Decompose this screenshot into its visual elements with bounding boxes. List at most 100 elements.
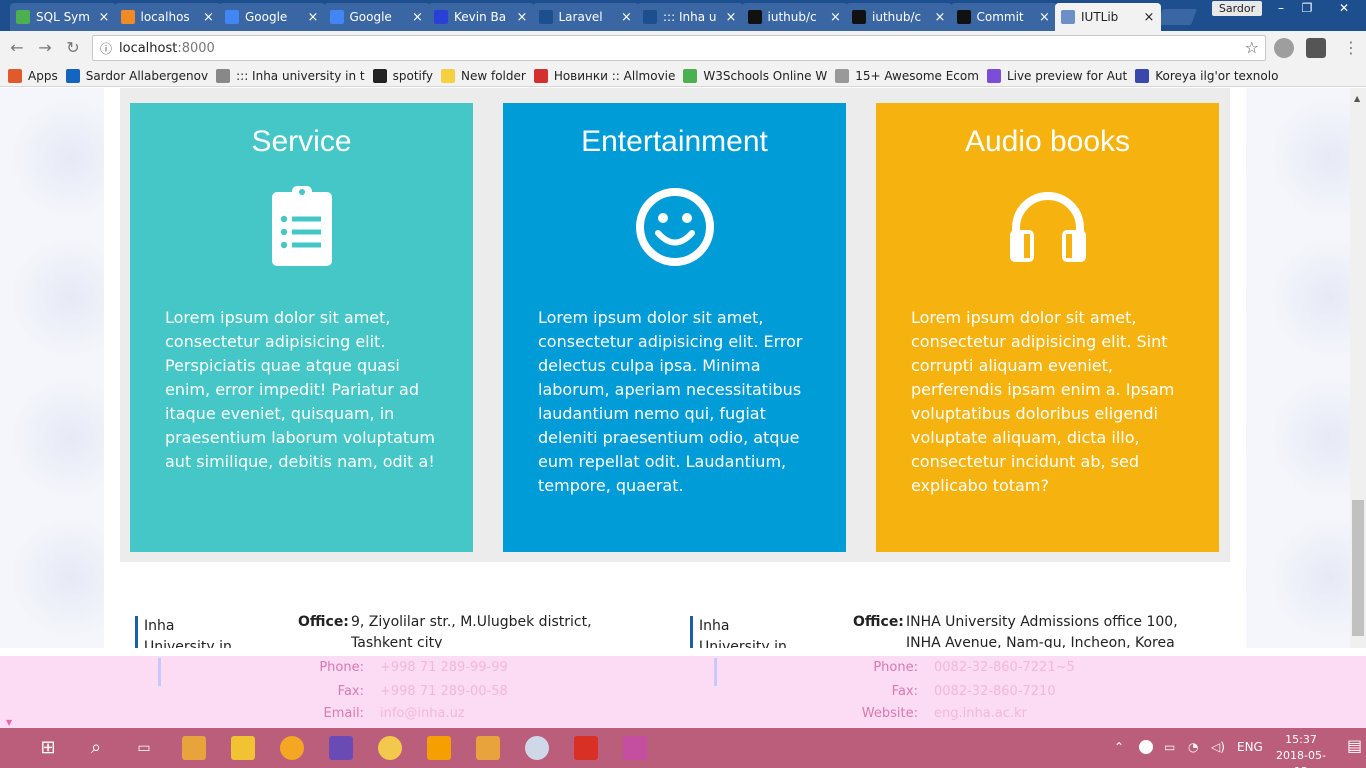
browser-tab-strip: Sardor – ❐ ✕ SQL Sym × localhos × Google × Goo… xyxy=(0,0,1366,31)
bookmark-label: Koreya ilg'or texnolo xyxy=(1155,68,1279,83)
tab-title: ::: Inha u xyxy=(663,10,717,24)
close-tab-icon[interactable]: × xyxy=(96,10,112,25)
search-icon[interactable]: ⌕ xyxy=(84,736,108,760)
minimize-button[interactable]: – xyxy=(1268,0,1294,17)
phone-row-tashkent: Phone: +998 71 289-99-99 xyxy=(284,660,507,675)
bookmark-item[interactable]: Sardor Allabergenov xyxy=(65,68,209,83)
bookmark-item[interactable]: Новинки :: Allmovie xyxy=(533,68,676,83)
fax-label: Fax: xyxy=(891,684,918,699)
browser-tab[interactable]: Laravel × xyxy=(532,3,639,31)
browser-icon[interactable] xyxy=(525,736,549,760)
restore-button[interactable]: ❐ xyxy=(1294,0,1320,17)
browser-tab[interactable]: Kevin Ba × xyxy=(428,3,534,31)
info-icon[interactable]: ⓘ xyxy=(93,40,119,57)
scroll-up-arrow-icon[interactable]: ▲ xyxy=(1354,94,1360,103)
close-tab-icon[interactable]: × xyxy=(410,10,426,25)
close-tab-icon[interactable]: × xyxy=(1141,10,1157,25)
email-value: info@inha.uz xyxy=(380,706,465,721)
close-window-button[interactable]: ✕ xyxy=(1324,0,1364,17)
language-indicator[interactable]: ENG xyxy=(1237,740,1263,754)
bookmark-favicon-icon xyxy=(8,68,22,83)
office-row: Office: INHA University Admissions offic… xyxy=(853,612,1213,648)
people-icon xyxy=(434,10,448,24)
forward-icon[interactable]: → xyxy=(34,37,56,59)
menu-icon[interactable]: ⋮ xyxy=(1340,37,1362,59)
bookmark-item[interactable]: Apps xyxy=(8,68,58,83)
address-bar[interactable]: ⓘ localhost:8000 ☆ xyxy=(92,35,1266,61)
website-label: Website: xyxy=(861,706,918,721)
browser-tab[interactable]: iuthub/c × xyxy=(846,3,952,31)
bookmark-favicon-icon xyxy=(372,68,387,83)
bookmark-item[interactable]: spotify xyxy=(372,68,433,83)
fax-row-korea: Fax: 0082-32-860-7210 xyxy=(838,684,1056,699)
phone-row-korea: Phone: 0082-32-860-7221~5 xyxy=(838,660,1075,675)
volume-icon[interactable]: ◁) xyxy=(1211,740,1225,754)
scrollbar-thumb[interactable] xyxy=(1352,500,1364,636)
browser-tab[interactable]: ::: Inha u × xyxy=(637,3,743,31)
phone-value: 0082-32-860-7221~5 xyxy=(934,660,1075,675)
profile-button[interactable]: Sardor xyxy=(1212,1,1262,16)
battery-icon[interactable]: ▭ xyxy=(1164,740,1175,754)
close-tab-icon[interactable]: × xyxy=(828,10,844,25)
browser-tab[interactable]: Google × xyxy=(219,3,325,31)
reload-icon[interactable]: ↻ xyxy=(62,37,84,59)
fax-value: 0082-32-860-7210 xyxy=(934,684,1056,699)
bookmark-label: Новинки :: Allmovie xyxy=(553,68,676,83)
browser-tab[interactable]: SQL Sym × xyxy=(10,3,116,31)
tray-app-icon[interactable] xyxy=(1139,740,1153,754)
close-tab-icon[interactable]: × xyxy=(305,10,321,25)
back-icon[interactable]: ← xyxy=(6,37,28,59)
bookmark-item[interactable]: Live preview for Aut xyxy=(986,68,1127,83)
file-explorer-icon[interactable] xyxy=(231,736,255,760)
browser-tab[interactable]: localhos × xyxy=(114,3,221,31)
windows-start-icon[interactable]: ⊞ xyxy=(36,736,60,760)
bookmark-label: Sardor Allabergenov xyxy=(85,68,209,83)
bookmark-item[interactable]: 15+ Awesome Ecom xyxy=(835,68,979,83)
bookmark-favicon-icon xyxy=(440,68,455,83)
browser-tab[interactable]: IUTLib × xyxy=(1055,3,1161,31)
new-tab-button[interactable] xyxy=(1157,9,1197,25)
bookmark-item[interactable]: New folder xyxy=(440,68,526,83)
visual-studio-icon[interactable] xyxy=(329,736,353,760)
close-tab-icon[interactable]: × xyxy=(1037,10,1053,25)
vertical-scrollbar[interactable]: ▲ xyxy=(1350,88,1366,648)
clock[interactable]: 15:37 2018-05-12 xyxy=(1270,732,1332,768)
bookmark-item[interactable]: Koreya ilg'or texnolo xyxy=(1135,68,1279,83)
office-label: Office: xyxy=(853,614,904,630)
notifications-icon[interactable]: ▤ xyxy=(1347,736,1362,755)
smile-icon xyxy=(635,188,714,266)
task-view-icon[interactable]: ▭ xyxy=(132,736,156,760)
tab-title: iuthub/c xyxy=(872,10,922,24)
sublime-icon[interactable] xyxy=(427,736,451,760)
close-tab-icon[interactable]: × xyxy=(514,10,530,25)
store-icon[interactable] xyxy=(182,736,206,760)
university-name: Inha University in Korea xyxy=(690,616,790,648)
tray-chevron-icon[interactable]: ⌃ xyxy=(1114,740,1124,754)
bookmark-item[interactable]: ::: Inha university in t xyxy=(216,68,365,83)
browser-tab[interactable]: Commit × xyxy=(950,3,1057,31)
bookmark-label: 15+ Awesome Ecom xyxy=(855,68,979,83)
close-tab-icon[interactable]: × xyxy=(723,10,739,25)
pdf-icon[interactable] xyxy=(574,736,598,760)
browser-tab[interactable]: Google × xyxy=(323,3,430,31)
card-title: Service xyxy=(251,125,352,158)
fax-label: Fax: xyxy=(337,684,364,699)
github-icon xyxy=(852,10,866,24)
extension-icon[interactable] xyxy=(1306,38,1326,58)
tab-title: IUTLib xyxy=(1081,10,1119,24)
close-tab-icon[interactable]: × xyxy=(201,10,217,25)
bookmark-star-icon[interactable]: ☆ xyxy=(1245,38,1259,57)
browser-tab[interactable]: iuthub/c × xyxy=(741,3,848,31)
card-text: Lorem ipsum dolor sit amet, consectetur … xyxy=(911,308,1175,495)
bookmark-label: W3Schools Online W xyxy=(703,68,828,83)
git-icon[interactable] xyxy=(476,736,500,760)
divider xyxy=(714,658,717,686)
bookmark-item[interactable]: W3Schools Online W xyxy=(683,68,828,83)
close-tab-icon[interactable]: × xyxy=(619,10,635,25)
wifi-icon[interactable]: ◔ xyxy=(1188,740,1198,754)
chrome-icon[interactable] xyxy=(378,736,402,760)
app-icon[interactable] xyxy=(280,736,304,760)
office-icon[interactable] xyxy=(623,736,647,760)
extension-icon[interactable] xyxy=(1274,38,1294,58)
close-tab-icon[interactable]: × xyxy=(932,10,948,25)
